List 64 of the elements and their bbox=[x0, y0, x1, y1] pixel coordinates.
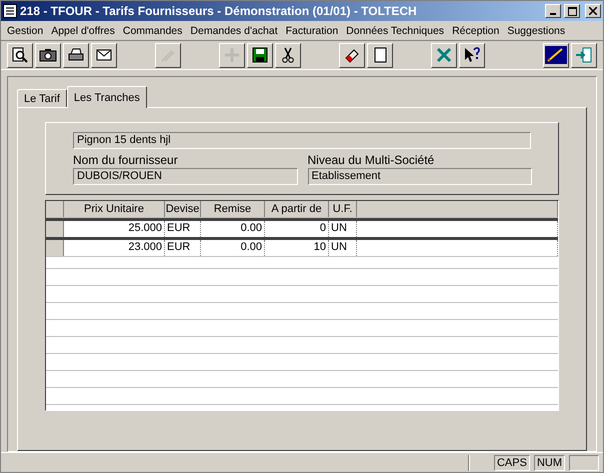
menu-item[interactable]: Réception bbox=[448, 24, 504, 36]
menu-item[interactable]: Commandes bbox=[118, 24, 186, 36]
supplier-field[interactable]: DUBOIS/ROUEN bbox=[73, 168, 298, 185]
close-button[interactable] bbox=[585, 4, 601, 18]
column-header[interactable]: Devise bbox=[165, 201, 201, 217]
table-cell: UN bbox=[329, 240, 357, 256]
table-cell: 25.000 bbox=[64, 221, 165, 237]
toolbar-button[interactable] bbox=[571, 42, 597, 68]
table-row[interactable]: 23.000 EUR 0.00 10 UN bbox=[46, 240, 558, 257]
menu-item[interactable]: Facturation bbox=[282, 24, 342, 36]
status-pane bbox=[569, 454, 599, 470]
column-header[interactable]: A partir de bbox=[265, 201, 329, 217]
window-title: 218 - TFOUR - Tarifs Fournisseurs - Démonstration (01/01) - TOLTECH bbox=[20, 4, 418, 18]
row-header[interactable] bbox=[46, 221, 64, 237]
plus-icon bbox=[223, 46, 241, 64]
toolbar-button[interactable] bbox=[275, 42, 301, 68]
tab[interactable]: Les Tranches bbox=[66, 86, 147, 108]
exit-door-icon bbox=[575, 46, 593, 64]
table-cell: 0 bbox=[265, 221, 329, 237]
table-row[interactable]: 25.000 EUR 0.00 0 UN bbox=[46, 218, 558, 240]
tab[interactable]: Le Tarif bbox=[17, 89, 67, 107]
menu-item[interactable]: Gestion bbox=[3, 24, 48, 36]
table-cell: UN bbox=[329, 221, 357, 237]
table-cell: EUR bbox=[165, 221, 201, 237]
level-field[interactable]: Etablissement bbox=[308, 168, 532, 185]
num-indicator: NUM bbox=[534, 454, 565, 470]
table-cell: 23.000 bbox=[64, 240, 165, 256]
toolbar-button[interactable] bbox=[543, 42, 569, 68]
corner-header bbox=[46, 201, 64, 217]
toolbar-button[interactable] bbox=[35, 42, 61, 68]
field-label: Niveau du Multi-Société bbox=[308, 153, 436, 167]
camera-icon bbox=[39, 46, 57, 64]
column-header[interactable]: Prix Unitaire bbox=[64, 201, 165, 217]
menu-item[interactable]: Demandes d'achat bbox=[186, 24, 282, 36]
toolbar-button[interactable] bbox=[459, 42, 485, 68]
rocket-icon bbox=[545, 46, 567, 64]
menu-item[interactable]: Données Techniques bbox=[342, 24, 448, 36]
close-icon bbox=[589, 7, 597, 15]
toolbar-button[interactable] bbox=[247, 42, 273, 68]
minimize-button[interactable] bbox=[545, 4, 561, 18]
toolbar-button[interactable] bbox=[339, 42, 365, 68]
article-field[interactable]: Pignon 15 dents hjl bbox=[73, 132, 531, 149]
menu-item[interactable]: Appel d'offres bbox=[47, 24, 119, 36]
search-icon bbox=[11, 46, 29, 64]
toolbar-button[interactable] bbox=[91, 42, 117, 68]
row-header[interactable] bbox=[46, 240, 64, 256]
table-cell: 0.00 bbox=[201, 240, 265, 256]
table-cell: 10 bbox=[265, 240, 329, 256]
column-header[interactable]: U.F. bbox=[329, 201, 357, 217]
field-label: Nom du fournisseur bbox=[73, 153, 179, 167]
caps-indicator: CAPS bbox=[494, 454, 530, 470]
toolbar-button[interactable] bbox=[7, 42, 33, 68]
toolbar-button[interactable] bbox=[63, 42, 89, 68]
maximize-button[interactable] bbox=[564, 4, 580, 18]
help-pointer-icon bbox=[463, 46, 481, 64]
toolbar-button[interactable] bbox=[367, 42, 393, 68]
toolbar-button[interactable] bbox=[431, 42, 457, 68]
table-cell: EUR bbox=[165, 240, 201, 256]
column-header[interactable]: Remise bbox=[201, 201, 265, 217]
menu-item[interactable]: Suggestions bbox=[503, 24, 570, 36]
table-cell: 0.00 bbox=[201, 221, 265, 237]
app-icon bbox=[3, 4, 17, 18]
maximize-icon bbox=[568, 6, 576, 16]
tools-icon bbox=[435, 46, 453, 64]
